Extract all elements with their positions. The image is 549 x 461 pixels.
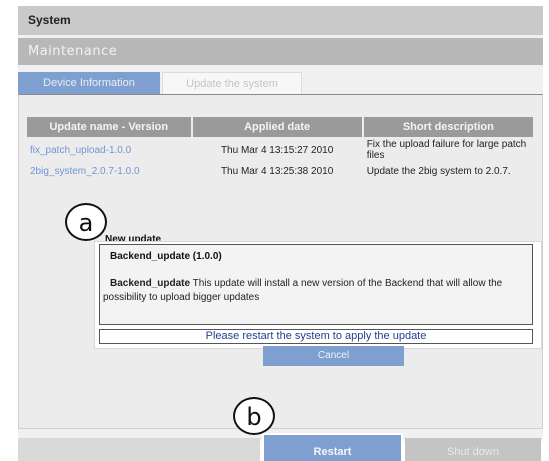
- update-description: Backend_update This update will install …: [103, 277, 531, 305]
- short-description: Fix the upload failure for large patch f…: [366, 139, 527, 161]
- update-title: Backend_update (1.0.0): [110, 251, 222, 262]
- tab-update-the-system[interactable]: Update the system: [162, 72, 302, 95]
- update-details-box: Backend_update (1.0.0) Backend_update Th…: [99, 244, 533, 325]
- table-row: fix_patch_upload-1.0.0 Thu Mar 4 13:15:2…: [27, 137, 533, 163]
- callout-b: b: [233, 397, 275, 435]
- update-description-name: Backend_update: [110, 278, 191, 289]
- cancel-button[interactable]: Cancel: [263, 346, 404, 366]
- bottom-bar-spacer: [18, 438, 260, 461]
- table-header-row: Update name - Version Applied date Short…: [27, 117, 533, 137]
- shutdown-button[interactable]: Shut down: [405, 438, 541, 461]
- column-header-date: Applied date: [192, 117, 362, 137]
- table-row: 2big_system_2.0.7-1.0.0 Thu Mar 4 13:25:…: [27, 163, 533, 179]
- restart-message: Please restart the system to apply the u…: [99, 329, 533, 344]
- callout-a: a: [65, 203, 107, 241]
- column-header-description: Short description: [363, 117, 533, 137]
- tab-device-information[interactable]: Device Information: [18, 72, 160, 94]
- update-name-link[interactable]: fix_patch_upload-1.0.0: [27, 137, 191, 163]
- applied-date: Thu Mar 4 13:15:27 2010: [220, 145, 334, 156]
- update-name-link[interactable]: 2big_system_2.0.7-1.0.0: [27, 163, 191, 179]
- subsection-header: Maintenance: [18, 38, 543, 65]
- column-header-name: Update name - Version: [27, 117, 191, 137]
- maintenance-page: System Maintenance Device Information Up…: [0, 0, 549, 461]
- applied-date: Thu Mar 4 13:25:38 2010: [220, 166, 334, 177]
- short-description: Update the 2big system to 2.0.7.: [366, 166, 511, 177]
- restart-button[interactable]: Restart: [262, 433, 403, 461]
- applied-updates-table: Update name - Version Applied date Short…: [25, 117, 535, 179]
- section-header: System: [18, 6, 543, 35]
